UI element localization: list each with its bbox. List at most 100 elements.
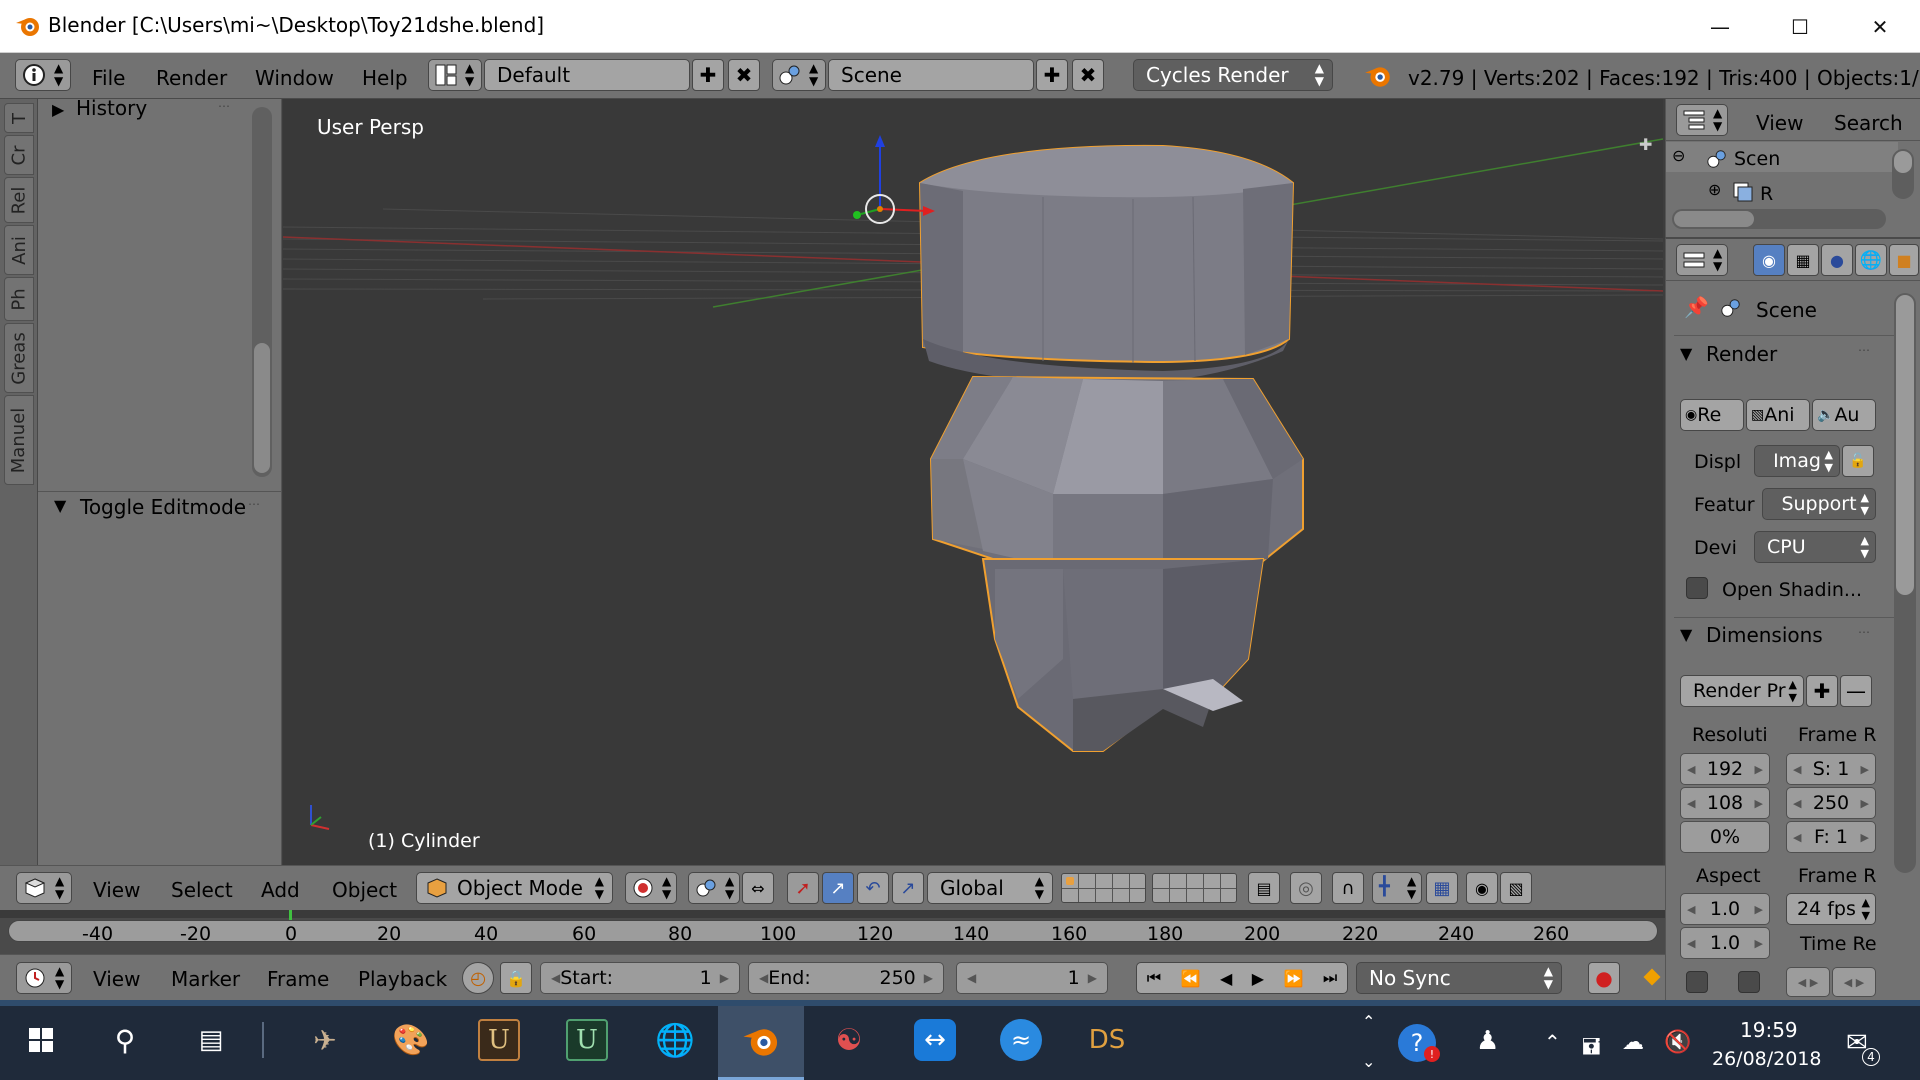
aspect-x-field[interactable]: ◀ 1.0 ▶ [1680,893,1770,925]
render-panel-header[interactable]: Render [1706,342,1777,366]
time-remap-old-field[interactable]: ◀ ▶ [1786,967,1830,997]
add-region-icon[interactable]: ✚ [1639,135,1652,154]
tab-tools[interactable]: T [4,103,34,133]
collapse-arrow-icon[interactable]: ▼ [54,496,66,515]
layer-buttons-group-1[interactable] [1061,873,1146,903]
time-remap-new-field[interactable]: ◀ ▶ [1832,967,1876,997]
current-frame-field[interactable]: ◀ 1 ▶ [956,962,1108,994]
snap-toggle-button[interactable]: ∩ [1332,872,1364,904]
menu-timeline-view[interactable]: View [93,967,140,991]
lock-interface-button[interactable]: 🔓 [1842,445,1874,477]
taskbar-app-unreal[interactable]: U [474,1015,524,1065]
maximize-button[interactable]: ☐ [1760,0,1840,53]
close-window-button[interactable]: ✕ [1840,0,1920,53]
onedrive-cloud-icon[interactable]: ☁ [1622,1030,1644,1055]
rotate-manipulator-button[interactable]: ↶ [857,872,889,904]
scrollbar-thumb[interactable] [254,343,270,473]
taskbar-app-headset[interactable]: ☯ [824,1015,874,1065]
tab-grease-pencil[interactable]: Greas [4,323,34,393]
translate-manipulator-button[interactable]: ↗ [822,872,854,904]
end-frame-field[interactable]: ◀ End: 250 ▶ [748,962,944,994]
timeline-scrollbar[interactable] [8,920,1658,942]
screen-layout-field[interactable]: Default [484,59,690,91]
taskbar-app-waves[interactable]: ≈ [996,1015,1046,1065]
scene-type-button[interactable]: ▲ ▼ [772,59,826,91]
jump-start-icon[interactable]: ⏮ [1147,968,1161,988]
display-mode-dropdown[interactable]: Imag ▲ ▼ [1754,445,1840,477]
render-animation-button[interactable]: ▧ Ani [1746,399,1810,431]
frame-start-field[interactable]: ◀ S: 1 ▶ [1786,753,1876,785]
manipulate-center-button[interactable]: ⇔ [742,872,774,904]
manipulator-toggle-button[interactable]: ➚ [787,872,819,904]
border-checkbox[interactable] [1686,971,1708,993]
feature-set-dropdown[interactable]: Support ▲ ▼ [1762,488,1876,520]
taskbar-app-unreal-2[interactable]: U [562,1015,612,1065]
tab-manuel[interactable]: Manuel [4,395,34,485]
outliner-render-item[interactable]: R [1760,183,1773,205]
menu-view[interactable]: View [93,878,140,902]
resolution-y-field[interactable]: ◀ 108 ▶ [1680,787,1770,819]
sync-mode-dropdown[interactable]: No Sync ▲ ▼ [1356,962,1562,994]
tray-down-arrow-icon[interactable]: ⌄ [1362,1052,1375,1071]
menu-frame[interactable]: Frame [267,967,329,991]
people-icon[interactable]: ♟ [1476,1026,1499,1056]
add-layout-button[interactable]: ✚ [692,59,724,91]
tab-relations[interactable]: Rel [4,177,34,223]
menu-marker[interactable]: Marker [171,967,240,991]
jump-keyframe-back-icon[interactable]: ⏪ [1181,969,1201,988]
drag-handle-icon[interactable]: ⋯ [1858,343,1870,357]
collapse-toggle-icon[interactable]: ⊖ [1672,146,1685,165]
clock-time[interactable]: 19:59 [1740,1018,1798,1042]
device-dropdown[interactable]: CPU ▲ ▼ [1754,531,1876,563]
outliner-hscrollbar[interactable] [1672,209,1886,229]
resolution-percentage-field[interactable]: 0% [1680,821,1770,853]
resolution-x-field[interactable]: ◀ 192 ▶ [1680,753,1770,785]
tab-scene[interactable]: ● [1821,244,1853,276]
menu-playback[interactable]: Playback [358,967,447,991]
frame-step-field[interactable]: ◀ F: 1 ▶ [1786,821,1876,853]
editor-type-button[interactable]: ▲ ▼ [16,872,72,904]
collapse-arrow-icon[interactable]: ▼ [1680,625,1692,644]
layer-buttons-group-2[interactable] [1152,873,1237,903]
minimize-button[interactable]: — [1680,0,1760,53]
add-scene-button[interactable]: ✚ [1036,59,1068,91]
expand-toggle-icon[interactable]: ⊕ [1708,180,1721,199]
screen-layout-type-button[interactable]: ▲ ▼ [428,59,482,91]
transform-orientation-dropdown[interactable]: Global ▲ ▼ [927,872,1053,904]
jump-keyframe-forward-icon[interactable]: ⏩ [1283,969,1303,988]
interaction-mode-dropdown[interactable]: Object Mode ▲ ▼ [416,872,613,904]
outliner-vscrollbar[interactable] [1892,149,1914,199]
tab-animation[interactable]: Ani [4,225,34,275]
delete-layout-button[interactable]: ✖ [728,59,760,91]
crop-checkbox[interactable] [1738,971,1760,993]
snap-element-dropdown[interactable]: ╋ ▲ ▼ [1372,872,1422,904]
frame-rate-dropdown[interactable]: 24 fps ▲ ▼ [1786,893,1876,925]
jump-end-icon[interactable]: ⏭ [1323,968,1337,988]
panel-scrollbar[interactable] [252,107,272,477]
proportional-edit-button[interactable]: ◎ [1290,872,1322,904]
use-preview-range-button[interactable]: ◴ [462,962,494,994]
menu-add[interactable]: Add [261,878,300,902]
tab-render-layers[interactable]: ▦ [1787,244,1819,276]
menu-file[interactable]: File [92,66,125,90]
taskbar-active-app[interactable] [718,1006,804,1080]
render-presets-dropdown[interactable]: Render Pr ▲ ▼ [1680,675,1804,707]
aspect-y-field[interactable]: ◀ 1.0 ▶ [1680,927,1770,959]
drag-handle-icon[interactable]: ⋯ [248,497,260,511]
network-icon[interactable]: 🖬 [1582,1030,1601,1068]
menu-select[interactable]: Select [171,878,233,902]
tab-world[interactable]: 🌐 [1855,244,1887,276]
show-hidden-icons-icon[interactable]: ⌃ [1544,1030,1561,1054]
frame-end-field[interactable]: ◀ 250 ▶ [1786,787,1876,819]
menu-window[interactable]: Window [255,66,334,90]
dimensions-panel-header[interactable]: Dimensions [1706,623,1823,647]
task-view-button[interactable]: ▤ [186,1015,236,1065]
history-panel-header[interactable]: History [76,96,147,120]
pivot-point-dropdown[interactable]: ▲ ▼ [688,872,740,904]
taskbar-app-paint[interactable]: 🎨 [386,1015,436,1065]
tab-render-properties[interactable]: ◉ [1753,244,1785,276]
menu-outliner-view[interactable]: View [1756,111,1803,135]
menu-render[interactable]: Render [156,66,227,90]
snap-target-button[interactable]: ▦ [1426,872,1458,904]
timeline-area[interactable]: -40 -20 0 20 40 60 80 100 120 140 160 18… [0,910,1665,954]
